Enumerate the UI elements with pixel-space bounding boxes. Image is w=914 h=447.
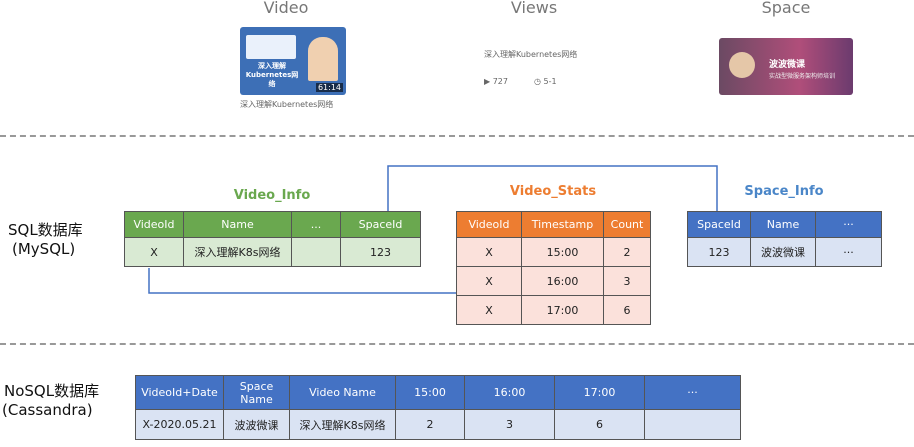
table-cell: ···: [815, 237, 882, 267]
column-header: SpaceId: [340, 211, 421, 238]
video-stats-title: Video_Stats: [509, 184, 597, 199]
table-cell: 123: [687, 237, 751, 267]
column-header: ···: [815, 211, 882, 238]
column-header: 16:00: [464, 375, 555, 410]
videoid-link: [148, 268, 456, 294]
sql-label-line2: (MySQL): [12, 240, 76, 258]
table-cell: 深入理解K8s网络: [289, 409, 396, 440]
table-cell: [291, 237, 341, 267]
column-header: VideoId+Date: [135, 375, 224, 410]
table-cell: 2: [603, 237, 651, 267]
space-info-table: SpaceId Name ··· 123 波波微课 ···: [687, 211, 882, 267]
nosql-label-line2: (Cassandra): [2, 401, 93, 419]
table-cell: 15:00: [521, 237, 604, 267]
table-cell: 17:00: [521, 295, 604, 325]
nosql-label: NoSQL数据库 (Cassandra): [2, 382, 99, 420]
table-cell: 3: [464, 409, 555, 440]
video-info-title: Video_Info: [233, 188, 311, 203]
table-cell: 深入理解K8s网络: [183, 237, 292, 267]
column-header: Space Name: [223, 375, 290, 410]
table-cell: 123: [340, 237, 421, 267]
column-header: Count: [603, 211, 651, 238]
table-cell: X: [124, 237, 184, 267]
table-cell: X: [456, 266, 522, 296]
column-header: Video Name: [289, 375, 396, 410]
table-cell: X: [456, 237, 522, 267]
space-info-title: Space_Info: [744, 184, 824, 199]
table-cell: 波波微课: [223, 409, 290, 440]
column-header: Timestamp: [521, 211, 604, 238]
column-header: Name: [183, 211, 292, 238]
cassandra-table: VideoId+Date Space Name Video Name 15:00…: [135, 375, 741, 440]
table-cell: X: [456, 295, 522, 325]
sql-label-line1: SQL数据库: [8, 221, 83, 239]
table-cell: 6: [603, 295, 651, 325]
table-cell: 16:00: [521, 266, 604, 296]
table-cell: [644, 409, 741, 440]
table-cell: 3: [603, 266, 651, 296]
table-row: X 深入理解K8s网络 123: [124, 237, 421, 267]
table-row: X 17:00 6: [456, 295, 651, 325]
column-header: ···: [644, 375, 741, 410]
video-stats-table: VideoId Timestamp Count X 15:00 2 X 16:0…: [456, 211, 651, 325]
table-row: X 16:00 3: [456, 266, 651, 296]
column-header: ...: [291, 211, 341, 238]
nosql-label-line1: NoSQL数据库: [4, 382, 100, 400]
column-header: 15:00: [395, 375, 465, 410]
table-cell: 波波微课: [750, 237, 816, 267]
column-header: VideoId: [456, 211, 522, 238]
column-header: 17:00: [554, 375, 645, 410]
column-header: Name: [750, 211, 816, 238]
table-cell: 2: [395, 409, 465, 440]
sql-label: SQL数据库 (MySQL): [8, 221, 83, 259]
table-row: 123 波波微课 ···: [687, 237, 882, 267]
column-header: SpaceId: [687, 211, 751, 238]
column-header: VideoId: [124, 211, 184, 238]
table-cell: X-2020.05.21: [135, 409, 224, 440]
video-info-table: VideoId Name ... SpaceId X 深入理解K8s网络 123: [124, 211, 421, 267]
table-cell: 6: [554, 409, 645, 440]
table-row: X-2020.05.21 波波微课 深入理解K8s网络 2 3 6: [135, 409, 741, 440]
table-row: X 15:00 2: [456, 237, 651, 267]
